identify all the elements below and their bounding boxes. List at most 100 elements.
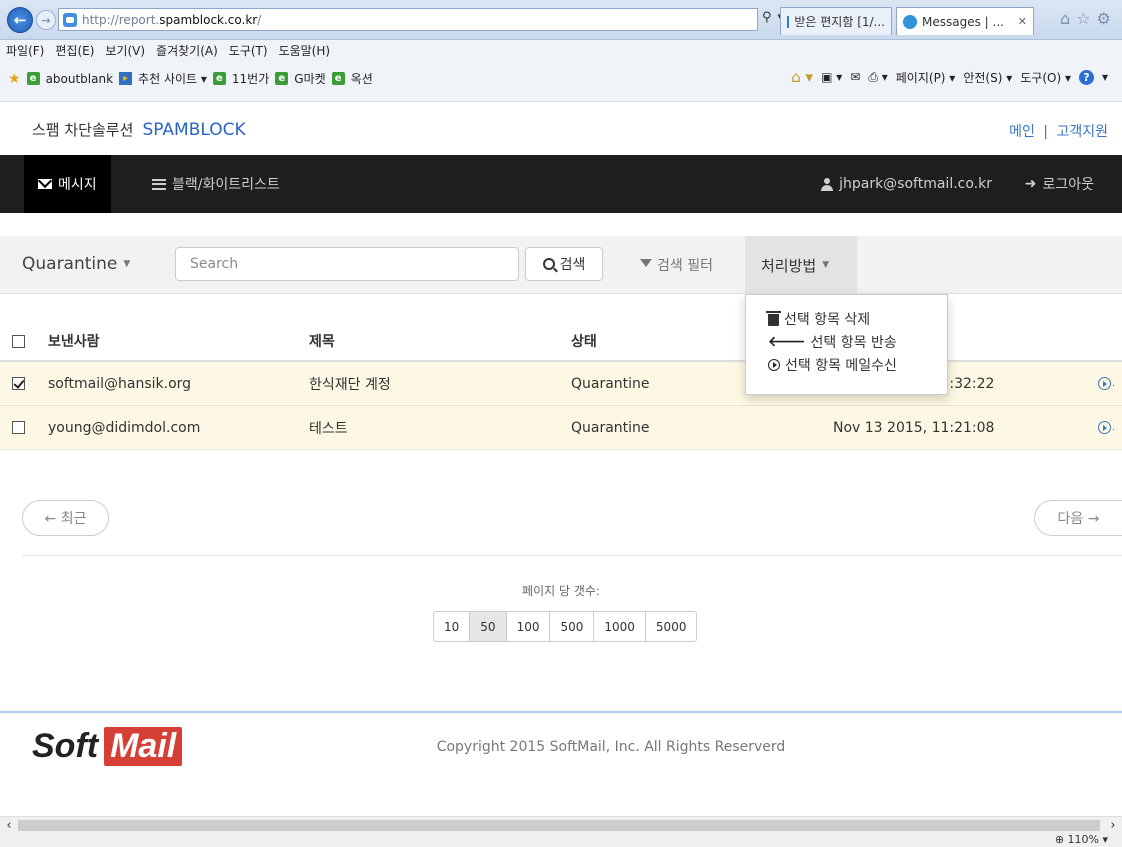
search-button[interactable]: 검색 <box>525 247 603 281</box>
envelope-icon <box>38 179 52 189</box>
trash-icon <box>766 310 781 326</box>
address-path: / <box>257 12 262 27</box>
search-input[interactable] <box>175 247 519 281</box>
scrollbar-thumb[interactable] <box>18 820 1100 831</box>
command-bar: ⌂ ▾ ▣ ▾ ✉ ⎙ ▾ 페이지(P) ▾ 안전(S) ▾ 도구(O) ▾ ?… <box>791 68 1108 86</box>
menu-view[interactable]: 보기(V) <box>105 42 145 59</box>
header-status[interactable]: 상태 <box>571 322 597 360</box>
cmd-safety[interactable]: 안전(S) ▾ <box>963 69 1012 86</box>
per-page-option[interactable]: 500 <box>549 611 595 642</box>
nav-messages[interactable]: 메시지 <box>24 155 111 213</box>
top-links: 메인 | 고객지원 <box>1009 121 1108 141</box>
nav-logout[interactable]: ➜ 로그아웃 <box>1011 155 1108 213</box>
zoom-level[interactable]: ⊕ 110% ▾ <box>1055 833 1108 846</box>
row-subject[interactable]: 한식재단 계정 <box>309 362 391 405</box>
fav-suggested[interactable]: 추천 사이트 ▾ <box>138 70 207 87</box>
mail-icon[interactable]: ✉ <box>850 70 860 84</box>
menu-help[interactable]: 도움말(H) <box>279 42 331 59</box>
ie-page-icon: e <box>26 72 40 85</box>
select-all-checkbox[interactable] <box>12 334 25 348</box>
menu-favorites[interactable]: 즐겨찾기(A) <box>156 42 218 59</box>
list-icon <box>152 178 166 190</box>
menu-bar: 파일(F) 편집(E) 보기(V) 즐겨찾기(A) 도구(T) 도움말(H) <box>0 40 1122 60</box>
per-page-option[interactable]: 5000 <box>644 611 698 642</box>
nav-blacklist[interactable]: 블랙/화이트리스트 <box>138 155 294 213</box>
brand-korean: 스팸 차단솔루션 <box>32 121 134 139</box>
brand[interactable]: 스팸 차단솔루션 SPAMBLOCK <box>32 119 246 140</box>
row-checkbox[interactable] <box>12 421 25 434</box>
toolbar: Quarantine ▼ 검색 검색 필터 처리방법 ▼ <box>0 236 1122 294</box>
main-link[interactable]: 메인 <box>1009 124 1035 140</box>
ie-page-icon: e <box>212 72 226 85</box>
per-page-option[interactable]: 1000 <box>593 611 646 642</box>
chat-icon <box>903 14 917 29</box>
play-circle-icon <box>768 358 780 371</box>
play-circle-icon[interactable] <box>1098 377 1111 390</box>
menu-item-bounce[interactable]: 🡐 선택 항목 반송 <box>746 330 947 353</box>
browser-tab-inbox[interactable]: 받은 편지함 [1/... <box>780 7 892 35</box>
header-subject[interactable]: 제목 <box>309 322 335 360</box>
nav-user[interactable]: jhpark@softmail.co.kr <box>807 155 1006 213</box>
menu-item-label: 선택 항목 반송 <box>810 334 897 351</box>
gear-icon[interactable]: ⚙ <box>1097 9 1111 28</box>
help-dropdown-icon[interactable]: ▾ <box>1102 70 1108 84</box>
filter-button[interactable]: 검색 필터 <box>640 255 713 275</box>
ie-page-icon: e <box>331 72 345 85</box>
chevron-down-icon: ▼ <box>123 259 131 269</box>
action-dropdown-button[interactable]: 처리방법 ▼ <box>745 236 857 294</box>
menu-item-label: 선택 항목 삭제 <box>784 311 871 328</box>
help-icon[interactable]: ? <box>1078 69 1094 85</box>
forward-arrow-icon[interactable]: → <box>36 10 56 30</box>
filter-icon <box>640 259 652 267</box>
fav-gmarket[interactable]: G마켓 <box>294 70 325 87</box>
menu-file[interactable]: 파일(F) <box>6 42 44 59</box>
search-button-label: 검색 <box>559 257 586 273</box>
table-row[interactable]: softmail@hansik.org 한식재단 계정 Quarantine N… <box>0 362 1122 406</box>
per-page-label: 페이지 당 갯수: <box>522 584 600 598</box>
scroll-left-icon[interactable]: ‹ <box>0 817 18 834</box>
favorites-star-icon[interactable]: ★ <box>8 71 21 87</box>
row-checkbox[interactable] <box>12 377 25 390</box>
support-link[interactable]: 고객지원 <box>1056 124 1108 140</box>
menu-item-receive[interactable]: 선택 항목 메일수신 <box>746 353 947 376</box>
per-page-option-active[interactable]: 50 <box>469 611 507 642</box>
star-icon[interactable]: ☆ <box>1076 9 1090 28</box>
fav-aboutblank[interactable]: aboutblank <box>46 72 113 86</box>
per-page-option[interactable]: 100 <box>505 611 551 642</box>
fav-auction[interactable]: 옥션 <box>351 70 373 87</box>
message-table: 보낸사람 제목 상태 softmail@hansik.org 한식재단 계정 Q… <box>0 322 1122 450</box>
per-page-option[interactable]: 10 <box>433 611 471 642</box>
navbar: 메시지 블랙/화이트리스트 jhpark@softmail.co.kr ➜ 로그… <box>0 155 1122 213</box>
address-scheme: http://report. <box>82 12 160 27</box>
row-sender: young@didimdol.com <box>48 419 201 436</box>
header-sender[interactable]: 보낸사람 <box>48 322 100 360</box>
menu-tools[interactable]: 도구(T) <box>229 42 268 59</box>
browser-tab-messages[interactable]: Messages | ... ✕ <box>896 7 1034 35</box>
row-status: Quarantine <box>571 419 650 436</box>
chevron-down-icon: ▼ <box>822 260 830 270</box>
next-page-button[interactable]: 다음 → <box>1034 500 1122 536</box>
search-icon[interactable]: ⚲ <box>762 10 772 25</box>
cmd-tools[interactable]: 도구(O) ▾ <box>1020 69 1071 86</box>
horizontal-scrollbar[interactable]: ‹ › <box>0 816 1122 833</box>
table-row[interactable]: young@didimdol.com 테스트 Quarantine Nov 13… <box>0 406 1122 450</box>
cmd-page[interactable]: 페이지(P) ▾ <box>896 69 956 86</box>
home-icon[interactable]: ⌂ <box>1060 9 1070 28</box>
home-icon[interactable]: ⌂ ▾ <box>791 68 813 86</box>
divider <box>22 555 1122 556</box>
footer: Soft Mail Copyright 2015 SoftMail, Inc. … <box>0 713 1122 816</box>
address-bar[interactable]: http://report. spamblock.co.kr / <box>58 8 758 31</box>
close-tab-icon[interactable]: ✕ <box>1018 15 1027 28</box>
print-icon[interactable]: ⎙ ▾ <box>868 70 887 85</box>
scroll-right-icon[interactable]: › <box>1104 817 1122 834</box>
row-subject[interactable]: 테스트 <box>309 406 348 449</box>
back-arrow-icon[interactable]: ← <box>7 7 33 33</box>
menu-item-delete[interactable]: 선택 항목 삭제 <box>746 307 947 330</box>
fav-11st[interactable]: 11번가 <box>232 70 269 87</box>
prev-page-button[interactable]: ← 최근 <box>22 500 109 536</box>
folder-select[interactable]: Quarantine ▼ <box>22 254 130 274</box>
feeds-icon[interactable]: ▣ ▾ <box>821 70 842 84</box>
nav-user-label: jhpark@softmail.co.kr <box>839 176 992 192</box>
play-circle-icon[interactable] <box>1098 421 1111 434</box>
menu-edit[interactable]: 편집(E) <box>55 42 94 59</box>
